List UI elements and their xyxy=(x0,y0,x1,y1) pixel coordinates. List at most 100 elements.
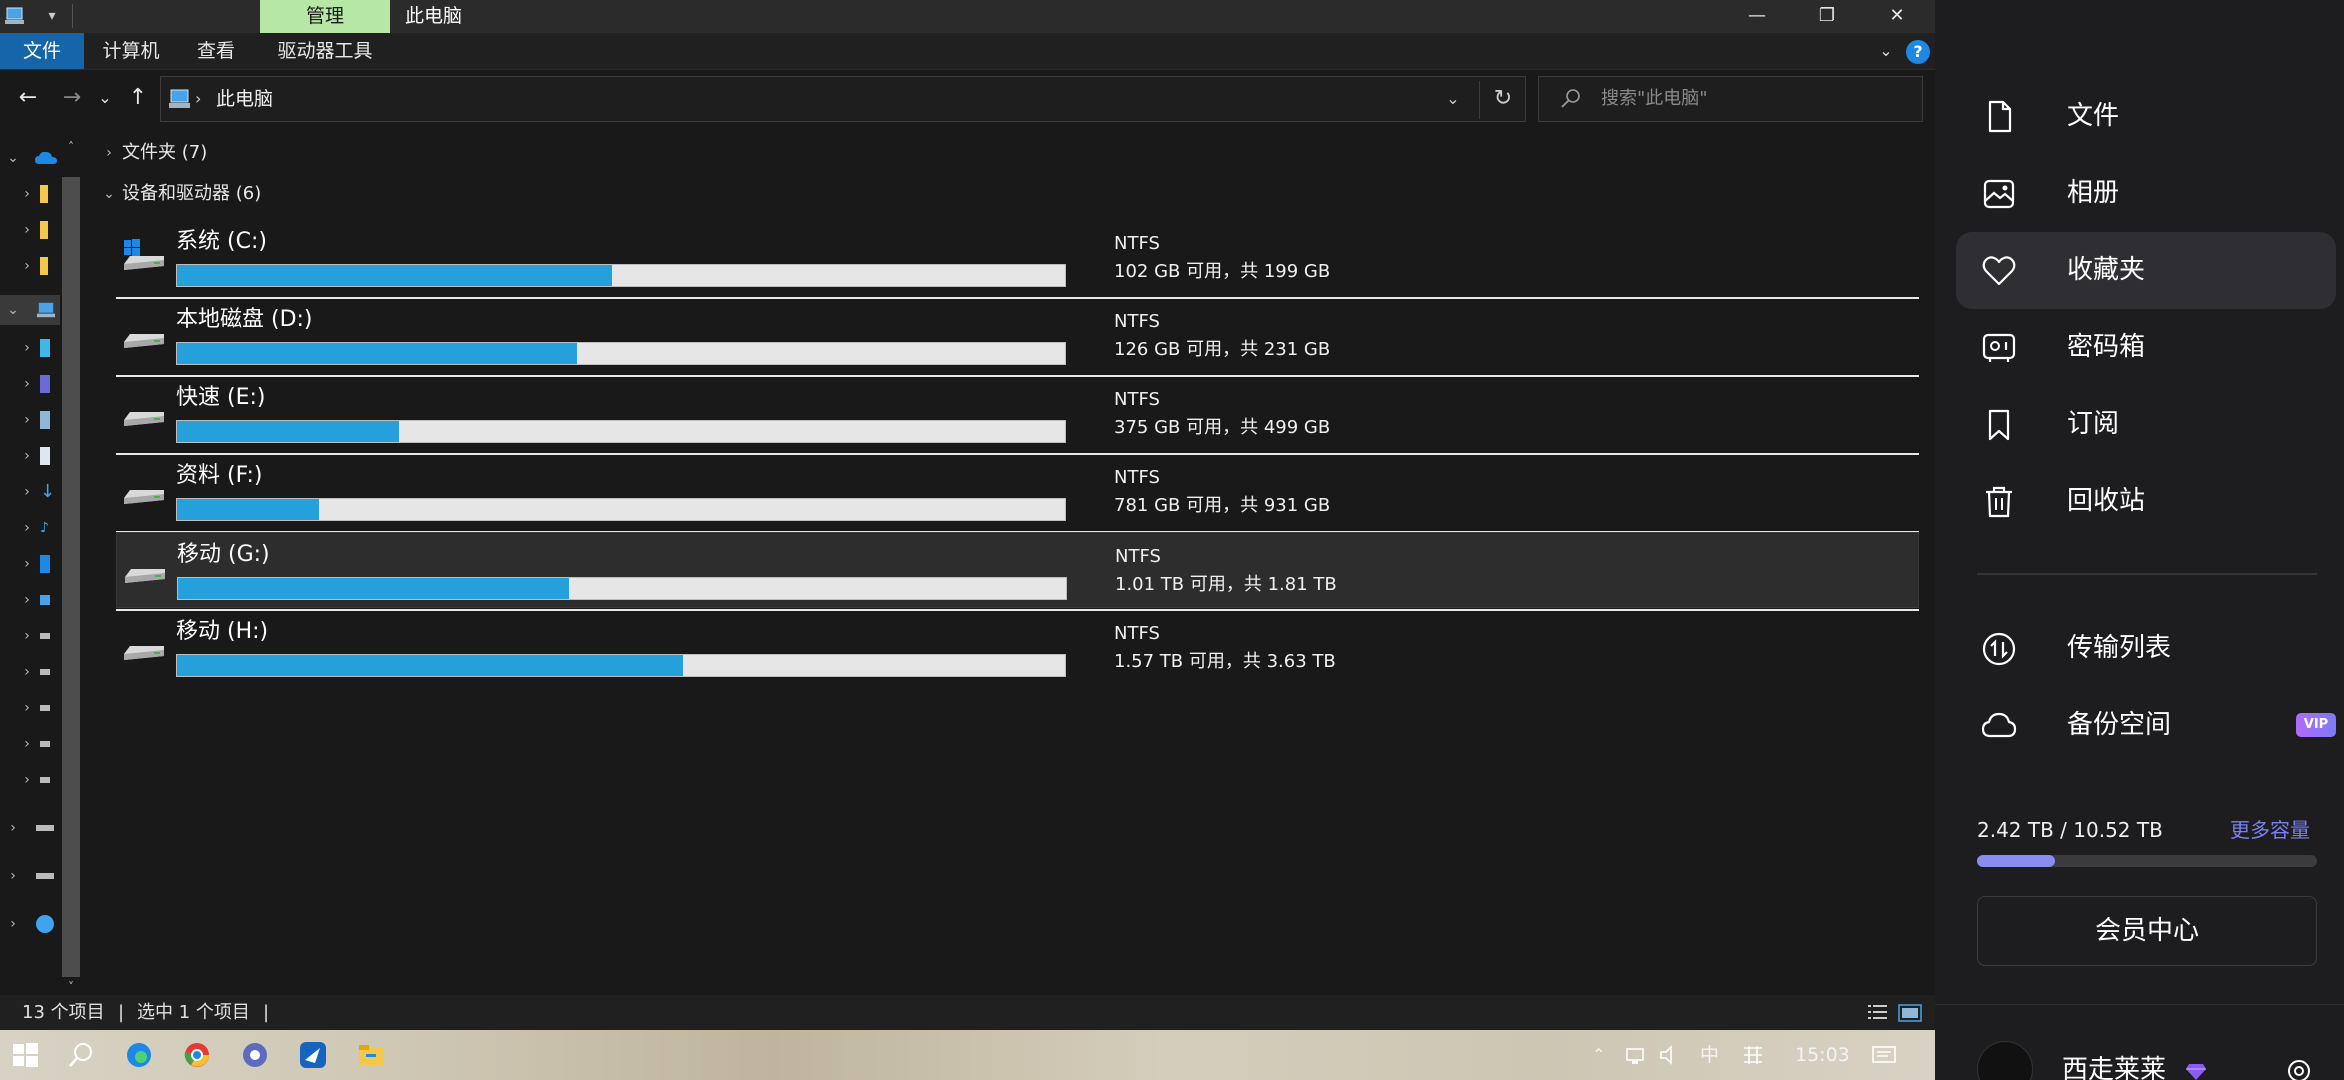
nav-drive-g-root[interactable]: › xyxy=(0,813,60,843)
sidebar-item-files[interactable]: 文件 xyxy=(1956,78,2336,155)
refresh-button[interactable]: ↻ xyxy=(1487,85,1519,113)
input-method-indicator[interactable]: 中 xyxy=(1700,1030,1719,1080)
minimize-button[interactable]: — xyxy=(1722,0,1792,33)
quick-access-toolbar-dropdown[interactable]: ▾ xyxy=(42,4,62,28)
scrollbar-thumb[interactable] xyxy=(62,177,80,977)
navigation-pane[interactable]: ⌄ › › › ⌄ › › › › › ↓ › ♪ › › › › › › › › … xyxy=(0,127,85,995)
vip-center-button[interactable]: 会员中心 xyxy=(1977,896,2317,966)
sidebar-item-recycle-bin[interactable]: 回收站 xyxy=(1956,463,2336,540)
chevron-right-icon[interactable]: › xyxy=(4,865,22,887)
clock-time[interactable]: 15:03 xyxy=(1795,1030,1850,1080)
chevron-right-icon[interactable]: › xyxy=(18,733,36,755)
recent-locations-dropdown[interactable]: ⌄ xyxy=(94,82,116,114)
this-pc-icon[interactable] xyxy=(4,6,26,26)
back-button[interactable]: ← xyxy=(12,82,44,114)
nav-network[interactable]: › xyxy=(0,909,60,939)
large-icons-view-icon[interactable] xyxy=(1898,1003,1922,1023)
nav-drive-g[interactable]: › xyxy=(0,729,60,759)
address-bar[interactable]: › 此电脑 ⌄ ↻ xyxy=(160,76,1526,122)
ime-mode-icon[interactable] xyxy=(1740,1040,1766,1070)
drive-tile[interactable]: 快速 (E:) NTFS 375 GB 可用，共 499 GB xyxy=(116,376,1919,452)
nav-drive-h[interactable]: › xyxy=(0,765,60,795)
chevron-right-icon[interactable]: › xyxy=(18,409,36,431)
nav-downloads[interactable]: › ↓ xyxy=(0,477,60,507)
details-view-icon[interactable] xyxy=(1866,1003,1890,1023)
settings-icon[interactable] xyxy=(2285,1057,2313,1080)
sidebar-item-backup-space[interactable]: 备份空间 VIP xyxy=(1956,687,2336,764)
chevron-right-icon[interactable]: › xyxy=(18,255,36,277)
up-button[interactable]: ↑ xyxy=(122,82,154,114)
username[interactable]: 西走莱莱 xyxy=(2062,1055,2166,1080)
search-input[interactable]: 搜索"此电脑" xyxy=(1538,76,1923,122)
nav-folder[interactable]: › xyxy=(0,215,60,245)
close-button[interactable]: ✕ xyxy=(1862,0,1932,33)
address-history-dropdown[interactable]: ⌄ xyxy=(1439,85,1467,113)
chevron-right-icon[interactable]: › xyxy=(100,141,118,165)
chevron-right-icon[interactable]: › xyxy=(18,373,36,395)
chrome-icon[interactable] xyxy=(182,1040,212,1070)
forward-button[interactable]: → xyxy=(56,82,88,114)
search-icon[interactable] xyxy=(66,1040,96,1070)
help-icon[interactable]: ? xyxy=(1906,40,1930,64)
chevron-right-icon[interactable]: › xyxy=(18,445,36,467)
chevron-right-icon[interactable]: › xyxy=(18,481,36,503)
sidebar-item-favorites[interactable]: 收藏夹 xyxy=(1956,232,2336,309)
nav-documents[interactable]: › xyxy=(0,441,60,471)
nav-videos[interactable]: › xyxy=(0,369,60,399)
nav-pictures[interactable]: › xyxy=(0,405,60,435)
feishu-app-icon[interactable] xyxy=(298,1040,328,1070)
tab-computer[interactable]: 计算机 xyxy=(92,33,170,69)
notification-center-icon[interactable] xyxy=(1870,1040,1898,1070)
chevron-right-icon[interactable]: › xyxy=(4,817,22,839)
drive-tile[interactable]: 移动 (G:) NTFS 1.01 TB 可用，共 1.81 TB xyxy=(116,532,1919,608)
sidebar-item-safe[interactable]: 密码箱 xyxy=(1956,309,2336,386)
nav-music[interactable]: › ♪ xyxy=(0,513,60,543)
more-storage-link[interactable]: 更多容量 xyxy=(2230,812,2310,848)
volume-icon[interactable] xyxy=(1658,1040,1680,1070)
nav-drive-d[interactable]: › xyxy=(0,621,60,651)
chevron-down-icon[interactable]: ⌄ xyxy=(4,147,22,169)
chevron-right-icon[interactable]: › xyxy=(18,337,36,359)
nav-drive-f[interactable]: › xyxy=(0,693,60,723)
sidebar-item-subscriptions[interactable]: 订阅 xyxy=(1956,386,2336,463)
group-devices-drives[interactable]: ⌄ 设备和驱动器 (6) xyxy=(86,178,1886,210)
user-profile-bar[interactable]: 西走莱莱 xyxy=(1935,1004,2344,1080)
drive-tile[interactable]: 资料 (F:) NTFS 781 GB 可用，共 931 GB xyxy=(116,454,1919,530)
nav-folder[interactable]: › xyxy=(0,251,60,281)
windows-start-icon[interactable] xyxy=(10,1040,40,1070)
edge-browser-icon[interactable] xyxy=(124,1040,154,1070)
nav-onedrive[interactable]: ⌄ xyxy=(0,143,60,173)
file-explorer-taskbar-icon[interactable] xyxy=(356,1040,386,1070)
chevron-right-icon[interactable]: › xyxy=(4,913,22,935)
expand-ribbon-chevron-icon[interactable]: ⌄ xyxy=(1874,39,1898,63)
drive-tile[interactable]: 移动 (H:) NTFS 1.57 TB 可用，共 3.63 TB xyxy=(116,610,1919,686)
chevron-right-icon[interactable]: › xyxy=(18,661,36,683)
chevron-down-icon[interactable]: ⌄ xyxy=(4,299,22,321)
drive-tile[interactable]: 本地磁盘 (D:) NTFS 126 GB 可用，共 231 GB xyxy=(116,298,1919,374)
tab-manage[interactable]: 管理 xyxy=(260,0,390,33)
sidebar-item-transfer-list[interactable]: 传输列表 xyxy=(1956,610,2336,687)
drive-tile[interactable]: 系统 (C:) NTFS 102 GB 可用，共 199 GB xyxy=(116,220,1919,296)
tab-drive-tools[interactable]: 驱动器工具 xyxy=(268,33,382,69)
nav-drive-c[interactable]: › xyxy=(0,585,60,615)
nav-desktop[interactable]: › xyxy=(0,549,60,579)
tab-view[interactable]: 查看 xyxy=(186,33,246,69)
avatar[interactable] xyxy=(1977,1041,2033,1080)
scroll-up-arrow-icon[interactable]: ˄ xyxy=(62,137,80,157)
scroll-down-arrow-icon[interactable]: ˅ xyxy=(62,977,80,997)
nav-drive-e[interactable]: › xyxy=(0,657,60,687)
chevron-right-icon[interactable]: › xyxy=(18,625,36,647)
nav-this-pc[interactable]: ⌄ xyxy=(0,295,60,325)
network-status-icon[interactable] xyxy=(1624,1040,1650,1070)
chevron-right-icon[interactable]: › xyxy=(18,769,36,791)
breadcrumb[interactable]: 此电脑 xyxy=(216,77,273,121)
chevron-right-icon[interactable]: › xyxy=(18,589,36,611)
chrome-profile-icon[interactable] xyxy=(240,1040,270,1070)
chevron-right-icon[interactable]: › xyxy=(18,517,36,539)
nav-3d-objects[interactable]: › xyxy=(0,333,60,363)
chevron-right-icon[interactable]: › xyxy=(18,219,36,241)
chevron-down-icon[interactable]: ⌄ xyxy=(100,182,118,206)
breadcrumb-chevron-icon[interactable]: › xyxy=(195,85,201,113)
nav-folder[interactable]: › xyxy=(0,179,60,209)
restore-button[interactable]: ❐ xyxy=(1792,0,1862,33)
